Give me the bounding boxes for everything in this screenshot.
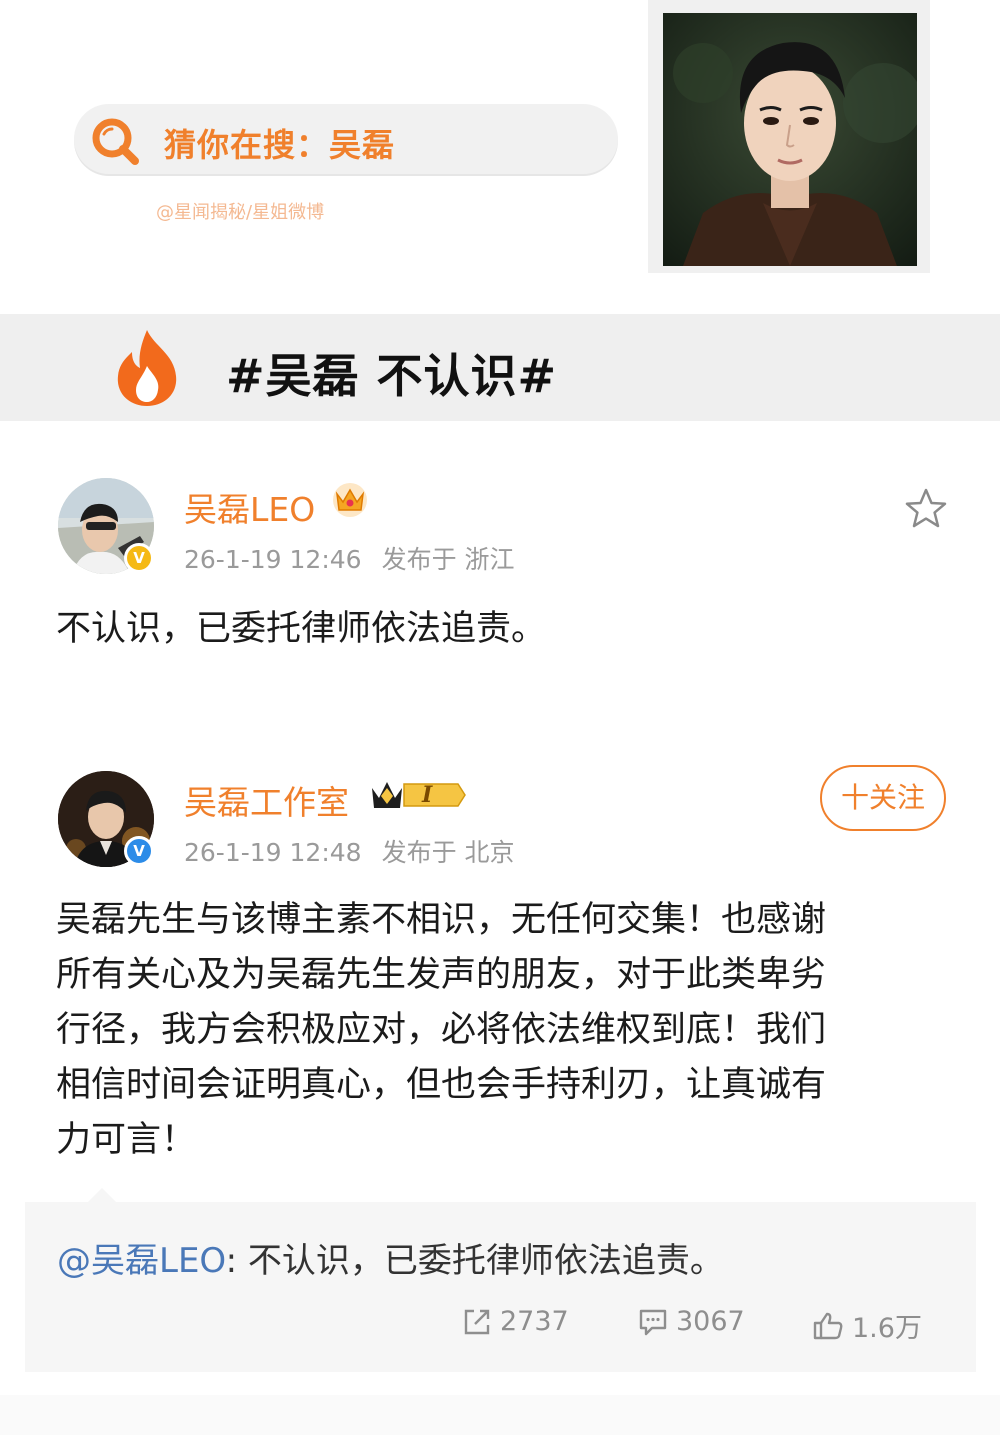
post-content-line: 所有关心及为吴磊先生发声的朋友，对于此类卑劣 — [56, 955, 827, 995]
post-content-line: 力可言！ — [56, 1120, 197, 1160]
post-time: 26-1-19 12:48 — [184, 838, 362, 867]
post-location: 发布于 北京 — [381, 838, 515, 867]
crown-icon — [370, 776, 466, 814]
fire-icon — [110, 328, 184, 408]
post-content: 不认识，已委托律师依法追责。 — [56, 609, 547, 649]
post-meta: 26-1-19 12:46 发布于 浙江 — [184, 540, 515, 576]
bottom-strip — [0, 1395, 1000, 1435]
star-icon[interactable] — [902, 486, 950, 532]
post-content-line: 行径，我方会积极应对，必将依法维权到底！我们 — [56, 1010, 827, 1050]
topic-title[interactable]: #吴磊 不认识# — [226, 340, 557, 406]
like-count: 1.6万 — [852, 1313, 922, 1344]
repost-count: 2737 — [500, 1306, 569, 1337]
post-username[interactable]: 吴磊LEO — [184, 483, 315, 531]
quoted-post-text: @吴磊LEO: 不认识，已委托律师依法追责。 — [57, 1233, 724, 1282]
like-icon — [812, 1311, 844, 1341]
like-button[interactable]: 1.6万 — [812, 1306, 922, 1345]
quoted-content: : 不认识，已委托律师依法追责。 — [225, 1241, 724, 1281]
rank-badge: I — [422, 782, 433, 808]
follow-button[interactable]: 十关注 — [820, 765, 946, 831]
verified-badge: V — [124, 836, 154, 866]
crown-icon — [331, 482, 369, 518]
quote-notch — [88, 1188, 116, 1202]
portrait-photo — [663, 13, 917, 266]
post-content: 吴磊先生与该博主素不相识，无任何交集！也感谢 所有关心及为吴磊先生发声的朋友，对… — [56, 893, 826, 1168]
post-meta: 26-1-19 12:48 发布于 北京 — [184, 833, 515, 869]
repost-button[interactable]: 2737 — [462, 1306, 569, 1337]
mention-link[interactable]: @吴磊LEO — [57, 1241, 226, 1281]
comment-count: 3067 — [676, 1306, 745, 1337]
comment-icon — [638, 1307, 668, 1337]
search-icon — [90, 116, 140, 166]
verified-badge: V — [124, 543, 154, 573]
post-username[interactable]: 吴磊工作室 — [184, 776, 349, 824]
quoted-post[interactable] — [25, 1202, 976, 1372]
comment-button[interactable]: 3067 — [638, 1306, 745, 1337]
post-location: 发布于 浙江 — [381, 545, 515, 574]
post-content-line: 吴磊先生与该博主素不相识，无任何交集！也感谢 — [56, 900, 827, 940]
repost-icon — [462, 1307, 492, 1337]
search-suggestion-text[interactable]: 猜你在搜：吴磊 — [164, 120, 395, 166]
source-credit: @星闻揭秘/星姐微博 — [156, 202, 325, 223]
post-time: 26-1-19 12:46 — [184, 545, 362, 574]
post-content-line: 相信时间会证明真心，但也会手持利刃，让真诚有 — [56, 1065, 827, 1105]
